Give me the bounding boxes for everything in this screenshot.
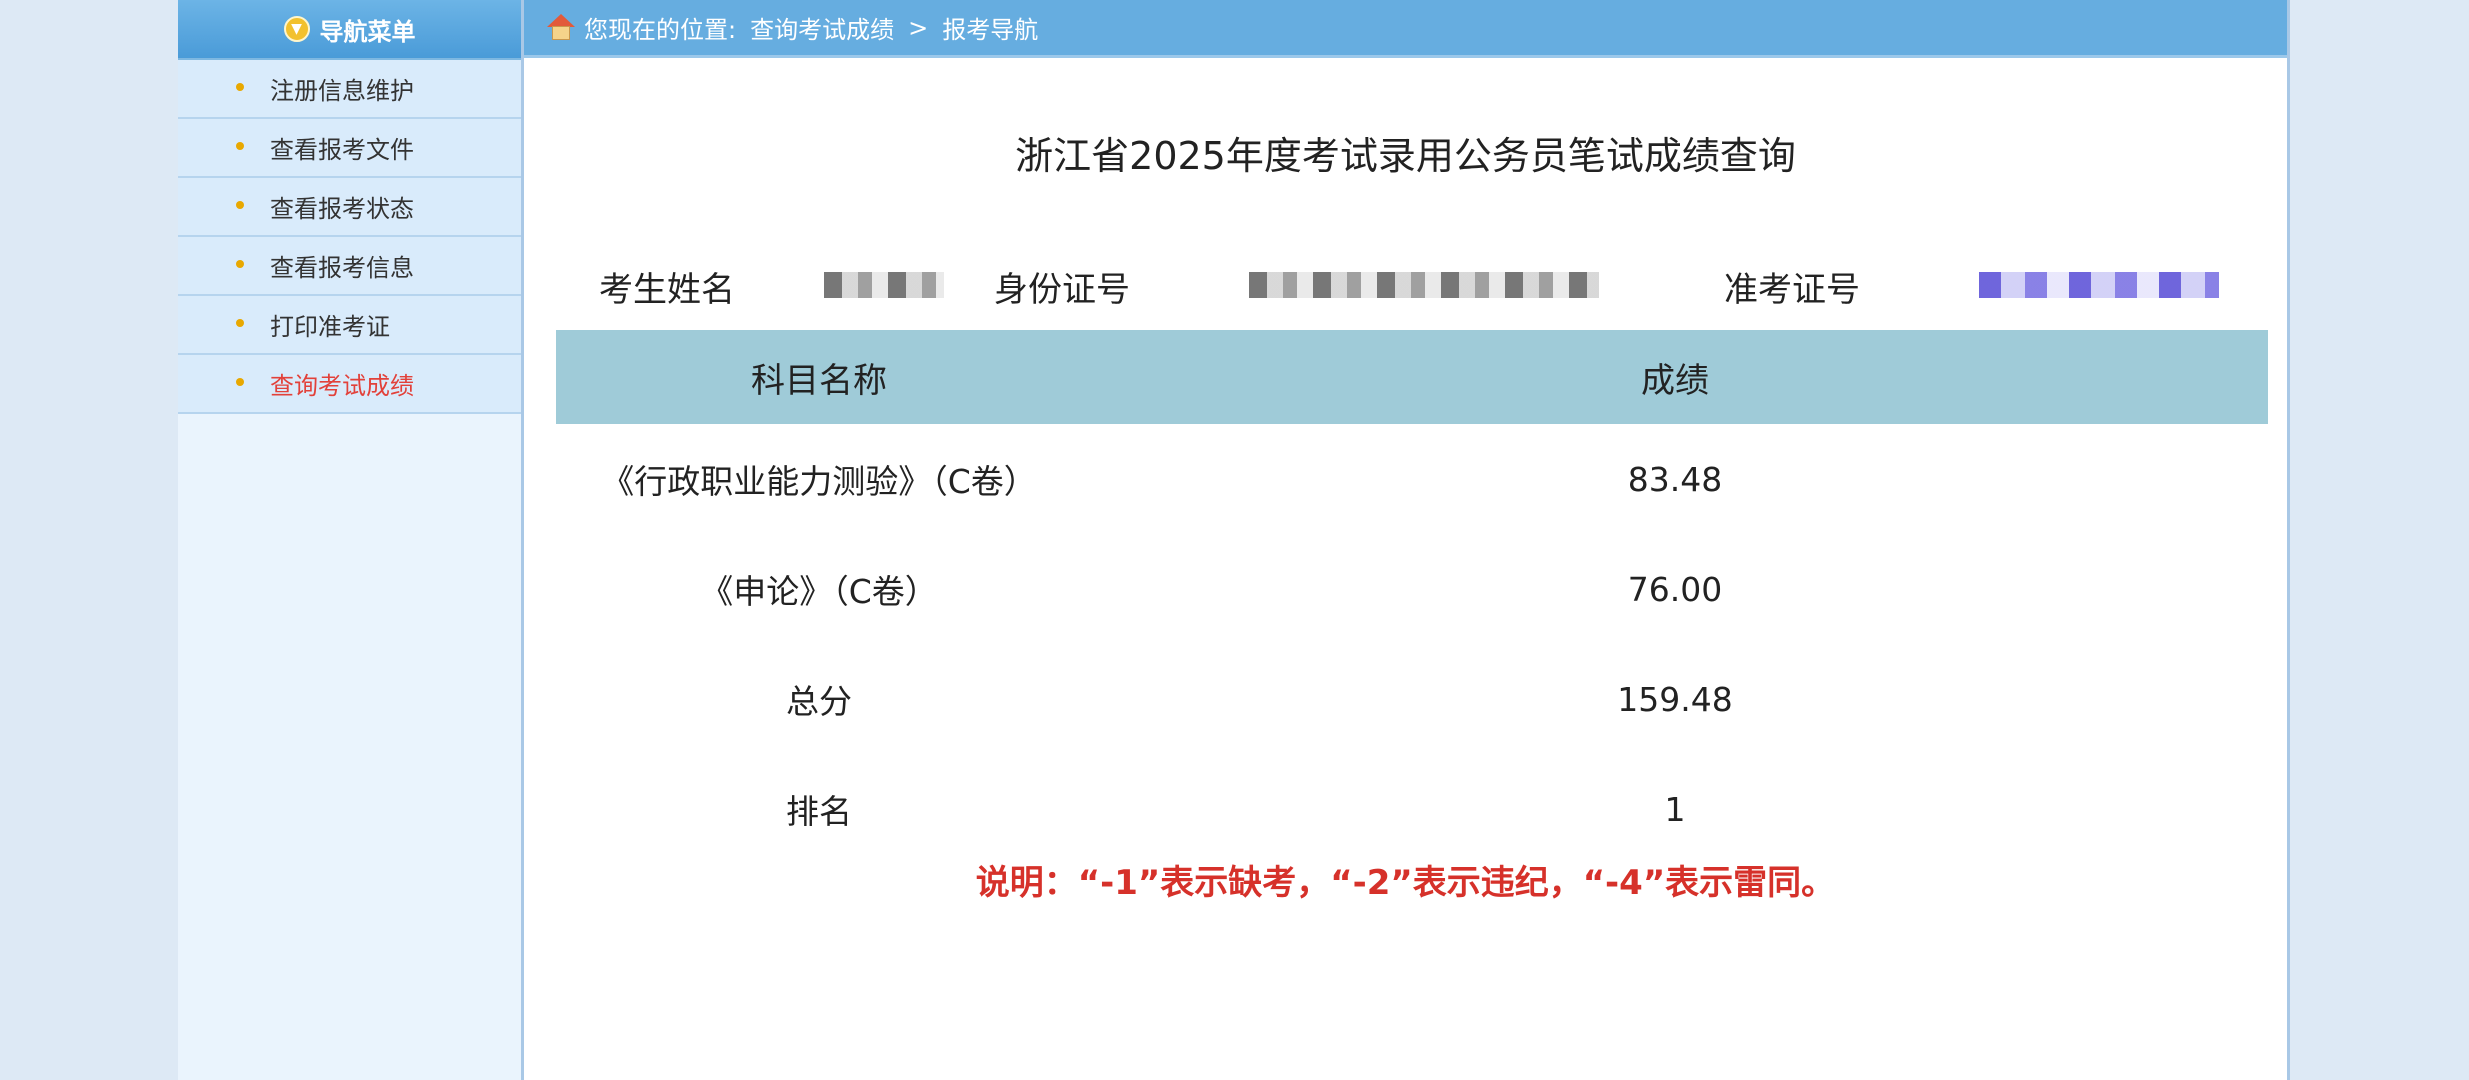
score-cell: 83.48 [1627, 459, 1723, 499]
bullet-icon [236, 318, 244, 327]
sidebar-item-view-docs[interactable]: 查看报考文件 [178, 119, 521, 178]
bullet-icon [236, 259, 244, 268]
sidebar-item-register-info[interactable]: 注册信息维护 [178, 60, 521, 119]
sidebar-item-print-ticket[interactable]: 打印准考证 [178, 296, 521, 355]
score-cell: 76.00 [1627, 569, 1723, 609]
header-score: 成绩 [1082, 330, 2268, 424]
bullet-icon [236, 377, 244, 386]
subject-cell: 《申论》（C卷） [700, 572, 938, 611]
table-row: 《申论》（C卷） 76.00 [556, 534, 2268, 644]
score-cell: 1 [1664, 789, 1686, 829]
table-row: 排名 1 [556, 754, 2268, 864]
table-row: 总分 159.48 [556, 644, 2268, 754]
sidebar-header[interactable]: ▼ 导航菜单 [178, 0, 521, 60]
breadcrumb-prefix: 您现在的位置: [584, 16, 737, 44]
breadcrumb: 您现在的位置: 查询考试成绩 > 报考导航 [524, 0, 2287, 58]
breadcrumb-current[interactable]: 查询考试成绩 [750, 10, 894, 45]
home-icon[interactable] [546, 13, 576, 42]
table-row: 《行政职业能力测验》（C卷） 83.48 [556, 424, 2268, 534]
bullet-icon [236, 200, 244, 209]
nav-menu: 注册信息维护 查看报考文件 查看报考状态 查看报考信息 打印准考证 查询考试成绩 [178, 60, 521, 414]
masked-id [1249, 272, 1599, 298]
masked-ticket [1979, 272, 2219, 298]
score-table: 科目名称 成绩 《行政职业能力测验》（C卷） 83.48 《申论》（C卷） 76… [556, 330, 2268, 864]
breadcrumb-separator: > [908, 13, 929, 42]
sidebar-item-query-scores[interactable]: 查询考试成绩 [178, 355, 521, 414]
table-header-row: 科目名称 成绩 [556, 330, 2268, 424]
sidebar-item-label: 查看报考信息 [270, 254, 414, 282]
sidebar-item-label: 查询考试成绩 [270, 372, 414, 400]
name-label: 考生姓名 [599, 270, 735, 310]
bullet-icon [236, 82, 244, 91]
sidebar-item-label: 查看报考状态 [270, 195, 414, 223]
sidebar-header-label: 导航菜单 [319, 17, 416, 46]
header-subject: 科目名称 [556, 330, 1082, 424]
sidebar-item-label: 查看报考文件 [270, 136, 414, 164]
sidebar-item-label: 注册信息维护 [270, 77, 414, 105]
subject-cell: 总分 [786, 682, 852, 721]
id-label: 身份证号 [994, 270, 1130, 310]
sidebar-item-label: 打印准考证 [270, 313, 390, 341]
bullet-icon [236, 141, 244, 150]
subject-cell: 《行政职业能力测验》（C卷） [601, 462, 1037, 501]
ticket-label: 准考证号 [1724, 270, 1860, 310]
sidebar: ▼ 导航菜单 注册信息维护 查看报考文件 查看报考状态 查看报考信息 打印准考证… [178, 0, 524, 1080]
masked-name [824, 272, 944, 298]
main-content: 您现在的位置: 查询考试成绩 > 报考导航 浙江省2025年度考试录用公务员笔试… [524, 0, 2287, 1080]
sidebar-item-view-status[interactable]: 查看报考状态 [178, 178, 521, 237]
chevron-down-icon[interactable]: ▼ [283, 16, 310, 42]
sidebar-item-view-info[interactable]: 查看报考信息 [178, 237, 521, 296]
score-cell: 159.48 [1617, 679, 1733, 719]
breadcrumb-page[interactable]: 报考导航 [942, 10, 1038, 45]
page-title: 浙江省2025年度考试录用公务员笔试成绩查询 [1015, 134, 1796, 178]
note-text: 说明：“-1”表示缺考，“-2”表示违纪，“-4”表示雷同。 [975, 863, 1836, 903]
candidate-info: 考生姓名 身份证号 准考证号 [524, 262, 2287, 312]
subject-cell: 排名 [786, 792, 852, 831]
